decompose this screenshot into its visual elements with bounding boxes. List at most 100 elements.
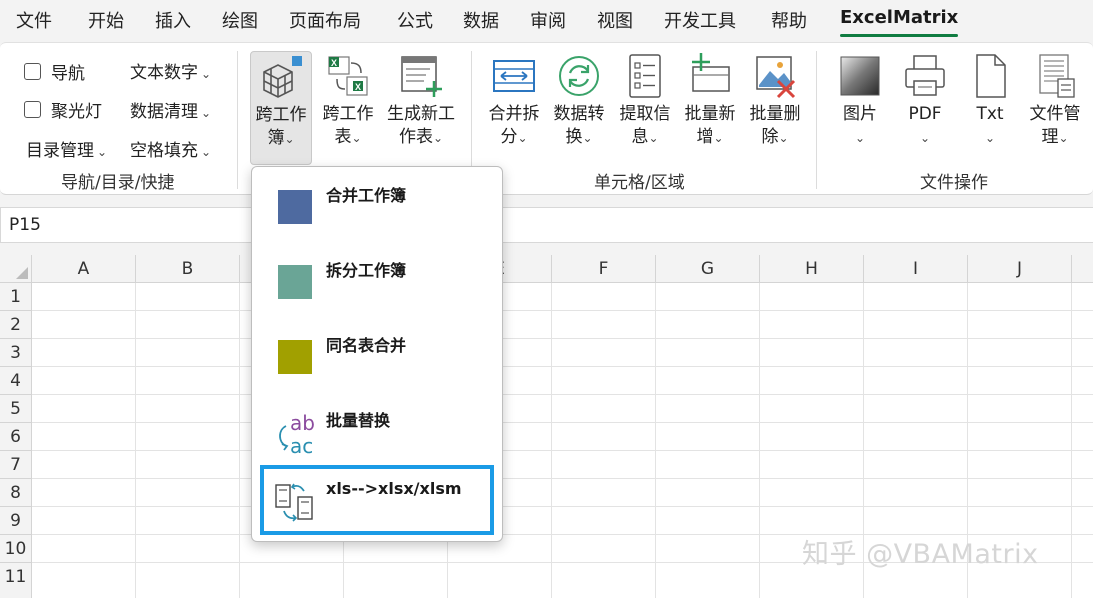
chevron-down-icon: ⌄ [919, 131, 931, 145]
gridline [32, 366, 1093, 367]
file-manage-label-2: 理 [1041, 127, 1059, 147]
chevron-down-icon: ⌄ [201, 145, 212, 159]
column-header[interactable]: B [136, 255, 240, 283]
column-header[interactable] [1072, 255, 1093, 283]
pdf-button[interactable]: PDF ⌄ [893, 51, 957, 163]
convert-file-icon [275, 483, 313, 522]
color-swatch-icon [278, 340, 312, 374]
menu-review[interactable]: 审阅 [530, 7, 566, 33]
add-row-icon [692, 53, 730, 92]
group-separator [237, 51, 238, 189]
row-header[interactable]: 8 [0, 479, 32, 507]
chevron-down-icon: ⌄ [201, 106, 212, 120]
menu-insert[interactable]: 插入 [155, 7, 191, 33]
batch-add-label-2: 增 [696, 127, 714, 147]
gridline [551, 283, 552, 598]
menu-developer[interactable]: 开发工具 [664, 7, 736, 33]
blank-fill-dropdown[interactable]: 空格填充 ⌄ [130, 136, 211, 161]
group-label-cells: 单元格/区域 [594, 173, 685, 193]
gridline [759, 283, 760, 598]
svg-text:X: X [355, 82, 361, 92]
gridline [32, 394, 1093, 395]
batch-delete-label: 批量删 [749, 104, 801, 124]
row-header[interactable]: 6 [0, 423, 32, 451]
dropdown-item-merge-same-name-sheets[interactable]: 同名表合并 [260, 321, 494, 391]
dropdown-item-label: 批量替换 [326, 411, 391, 430]
refresh-icon [559, 56, 599, 96]
row-header[interactable]: 3 [0, 339, 32, 367]
extract-info-label: 提取信 [619, 104, 671, 124]
checkbox-icon [24, 101, 41, 118]
merge-split-button[interactable]: 合并拆 分⌄ [482, 51, 546, 163]
nav-checkbox[interactable]: 导航 [24, 59, 85, 84]
chevron-down-icon: ⌄ [582, 131, 593, 145]
menu-draw[interactable]: 绘图 [222, 7, 258, 33]
group-label-files: 文件操作 [920, 173, 988, 193]
menu-view[interactable]: 视图 [597, 7, 633, 33]
batch-delete-button[interactable]: 批量删 除⌄ [743, 51, 807, 163]
data-clean-dropdown[interactable]: 数据清理 ⌄ [130, 97, 211, 122]
extract-info-button[interactable]: 提取信 息⌄ [613, 51, 677, 163]
row-header[interactable]: 5 [0, 395, 32, 423]
text-number-dropdown[interactable]: 文本数字 ⌄ [130, 58, 211, 83]
menu-help[interactable]: 帮助 [771, 7, 807, 33]
dropdown-item-batch-replace[interactable]: ab ac 批量替换 [260, 396, 494, 466]
menu-data[interactable]: 数据 [463, 7, 499, 33]
menu-file[interactable]: 文件 [16, 7, 52, 33]
picture-button[interactable]: 图片 ⌄ [828, 51, 892, 163]
new-sheet-icon [401, 56, 442, 97]
dropdown-item-split-workbook[interactable]: 拆分工作簿 [260, 246, 494, 316]
menu-bar: 文件 开始 插入 绘图 页面布局 公式 数据 审阅 视图 开发工具 帮助 Exc… [0, 0, 1093, 40]
dropdown-item-label: 同名表合并 [326, 336, 407, 355]
chevron-down-icon: ⌄ [284, 132, 295, 146]
batch-add-button[interactable]: 批量新 增⌄ [678, 51, 742, 163]
dropdown-item-label: xls-->xlsx/xlsm [326, 479, 462, 498]
group-label-nav: 导航/目录/快捷 [61, 173, 175, 193]
column-header[interactable]: A [32, 255, 136, 283]
spotlight-checkbox[interactable]: 聚光灯 [24, 97, 102, 122]
menu-page-layout[interactable]: 页面布局 [289, 7, 361, 33]
column-header[interactable]: G [656, 255, 760, 283]
chevron-down-icon: ⌄ [517, 131, 528, 145]
merge-split-label: 合并拆 [488, 104, 540, 124]
svg-text:ab: ab [290, 411, 315, 435]
chevron-down-icon: ⌄ [351, 131, 362, 145]
data-convert-label: 数据转 [553, 104, 605, 124]
name-box[interactable]: P15 [9, 215, 41, 235]
gridline [1071, 283, 1072, 598]
cross-workbook-button[interactable]: 跨工作 簿⌄ [250, 51, 312, 165]
row-header[interactable]: 2 [0, 311, 32, 339]
column-header[interactable]: H [760, 255, 864, 283]
toc-dropdown[interactable]: 目录管理 ⌄ [26, 136, 107, 161]
gridline [32, 450, 1093, 451]
row-header[interactable]: 10 [0, 535, 32, 563]
watermark: 知乎 @VBAMatrix [802, 539, 1039, 570]
column-header[interactable]: J [968, 255, 1072, 283]
dropdown-item-merge-workbook[interactable]: 合并工作簿 [260, 171, 494, 241]
chevron-down-icon: ⌄ [778, 131, 789, 145]
column-header[interactable]: I [864, 255, 968, 283]
txt-label: Txt [976, 104, 1004, 124]
row-header[interactable]: 1 [0, 283, 32, 311]
document-icon [976, 54, 1006, 98]
row-header[interactable]: 4 [0, 367, 32, 395]
menu-excelmatrix[interactable]: ExcelMatrix [840, 7, 958, 28]
row-header[interactable]: 11 [0, 563, 32, 598]
txt-button[interactable]: Txt ⌄ [958, 51, 1022, 163]
dropdown-item-xls-convert[interactable]: xls-->xlsx/xlsm [260, 465, 494, 535]
ribbon: 导航 聚光灯 目录管理 ⌄ 文本数字 ⌄ 数据清理 ⌄ 空格填充 ⌄ 导航/目录/快捷 … [0, 42, 1093, 195]
gridline [135, 283, 136, 598]
row-header[interactable]: 7 [0, 451, 32, 479]
merge-split-label-2: 分 [500, 127, 518, 147]
menu-formulas[interactable]: 公式 [397, 7, 433, 33]
row-header[interactable]: 9 [0, 507, 32, 535]
data-convert-button[interactable]: 数据转 换⌄ [547, 51, 611, 163]
cross-sheet-button[interactable]: X X 跨工作 表⌄ [316, 51, 380, 163]
list-document-icon [629, 54, 661, 98]
menu-home[interactable]: 开始 [88, 7, 124, 33]
generate-sheet-button[interactable]: 生成新工 作表⌄ [383, 51, 459, 163]
picture-label: 图片 [843, 104, 877, 124]
column-header[interactable]: F [552, 255, 656, 283]
select-all-corner[interactable] [0, 255, 32, 283]
file-manage-button[interactable]: 文件管 理⌄ [1024, 51, 1086, 163]
